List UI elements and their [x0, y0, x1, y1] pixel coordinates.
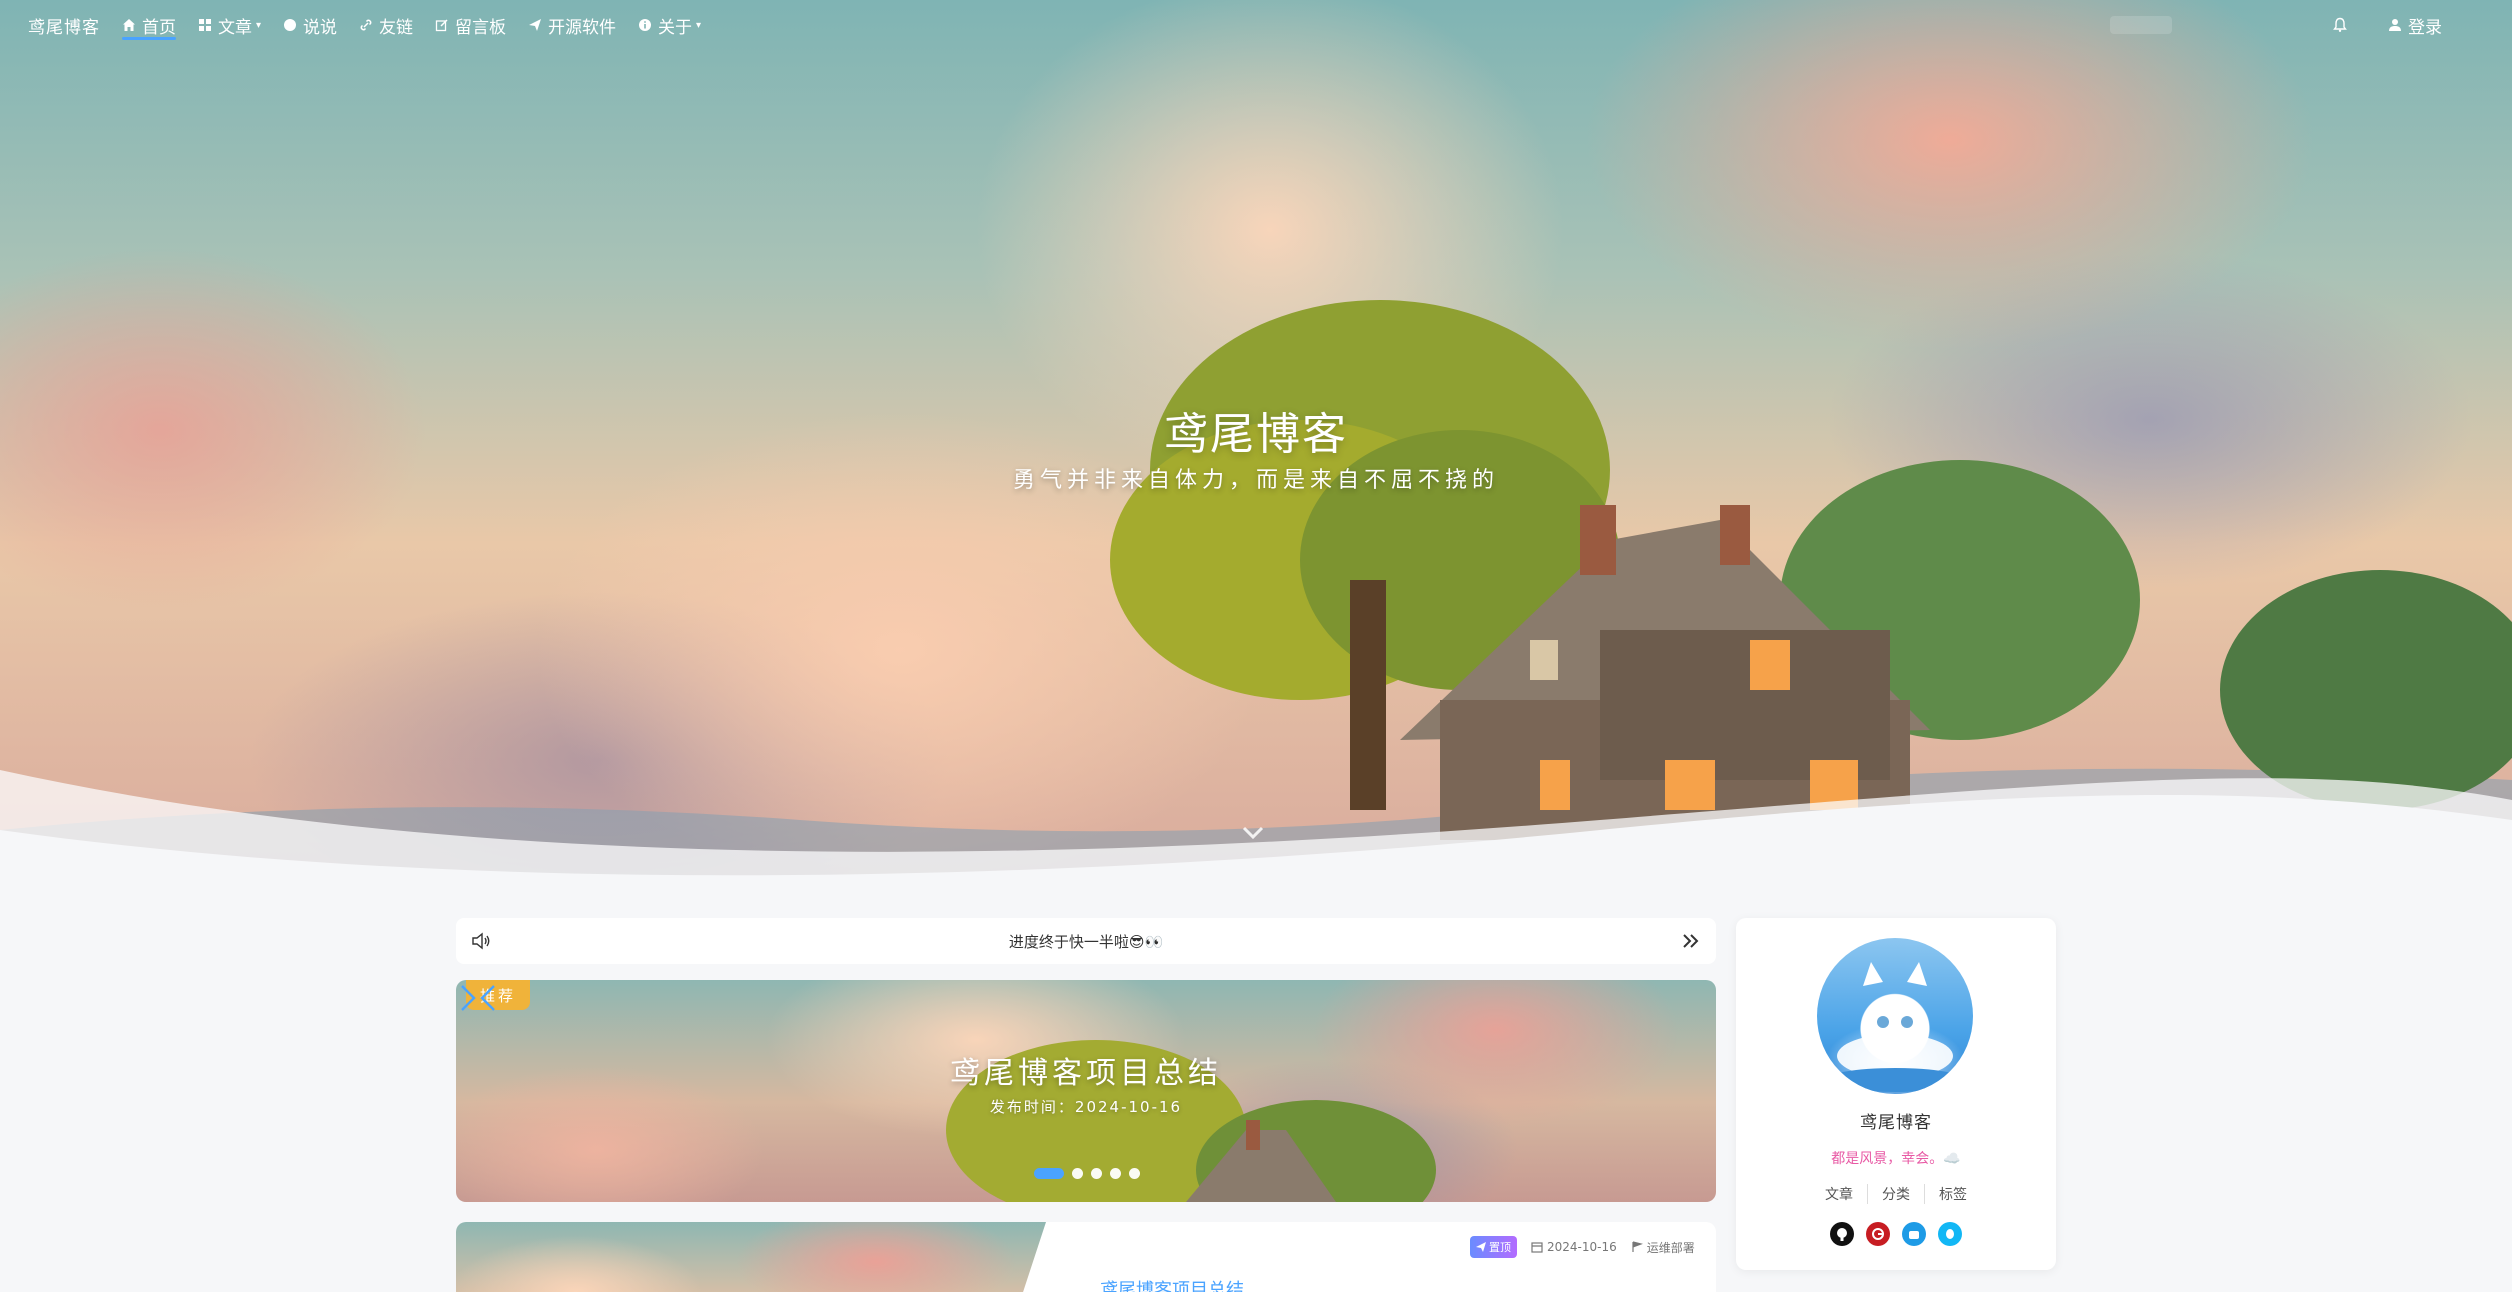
nav-label-home: 首页 — [142, 17, 176, 38]
profile-links: 文章 分类 标签 — [1736, 1184, 2056, 1204]
login-button[interactable]: 登录 — [2388, 0, 2442, 50]
top-navbar: 鸢尾博客 首页 文章 ▾ 说说 友链 留言板 开源软件 关于 ▾ 登录 — [0, 0, 2512, 50]
nav-label-articles: 文章 — [218, 17, 252, 38]
notice-text: 进度终于快一半啦😎👀 — [1008, 932, 1164, 951]
user-icon — [2389, 19, 2401, 31]
carousel-next-icon[interactable] — [456, 980, 480, 1016]
carousel-dot[interactable] — [1072, 1168, 1083, 1179]
featured-carousel[interactable]: 推荐 鸢尾博客项目总结 发布时间：2024-10-16 — [456, 980, 1716, 1202]
bell-icon[interactable] — [2332, 17, 2348, 33]
hero-subtitle: 勇气并非来自体力，而是来自不屈不挠的 — [1012, 468, 1499, 493]
nav-item-friend-links[interactable]: 友链 — [359, 0, 413, 50]
nav-label-open-source: 开源软件 — [548, 17, 617, 38]
avatar-illustration — [1825, 962, 1965, 1092]
nav-label-friend-links: 友链 — [379, 17, 414, 38]
carousel-pagination — [1034, 1168, 1140, 1179]
info-icon — [639, 19, 652, 31]
login-label: 登录 — [2408, 17, 2442, 38]
hero-title: 鸢尾博客 — [1164, 409, 1348, 460]
carousel-dot[interactable] — [1034, 1168, 1064, 1179]
profile-link-categories[interactable]: 分类 — [1868, 1184, 1925, 1204]
nav-right-group: 登录 — [2332, 0, 2442, 50]
carousel-date: 发布时间：2024-10-16 — [989, 1098, 1183, 1116]
article-date-text: 2024-10-16 — [1547, 1240, 1617, 1254]
carousel-dot[interactable] — [1091, 1168, 1102, 1179]
github-icon[interactable] — [1830, 1222, 1854, 1246]
article-card[interactable]: 置顶 2024-10-16 运维部署 鸢尾博客项目总结 — [456, 1222, 1716, 1292]
calendar-icon — [1531, 1242, 1543, 1253]
profile-link-articles[interactable]: 文章 — [1811, 1184, 1868, 1204]
speaker-icon — [472, 932, 490, 950]
article-category-text: 运维部署 — [1646, 1240, 1695, 1255]
nav-item-articles[interactable]: 文章 ▾ — [198, 0, 261, 50]
article-meta: 置顶 2024-10-16 运维部署 — [1470, 1236, 1695, 1258]
home-icon — [123, 19, 135, 31]
profile-card: 鸢尾博客 都是风景，幸会。☁️ 文章 分类 标签 — [1736, 918, 2056, 1270]
bilibili-icon[interactable] — [1902, 1222, 1926, 1246]
pinned-badge: 置顶 — [1470, 1236, 1517, 1258]
edit-icon — [435, 19, 448, 32]
profile-link-tags[interactable]: 标签 — [1925, 1184, 1981, 1204]
article-category[interactable]: 运维部署 — [1631, 1239, 1695, 1256]
double-chevron-right-icon[interactable] — [1680, 930, 1702, 952]
pinned-label: 置顶 — [1489, 1241, 1511, 1254]
nav-label-moments: 说说 — [303, 17, 338, 38]
article-thumbnail[interactable] — [456, 1222, 1046, 1292]
article-title[interactable]: 鸢尾博客项目总结 — [1100, 1276, 1244, 1292]
caret-down-icon: ▾ — [696, 19, 702, 31]
carousel-title[interactable]: 鸢尾博客项目总结 — [456, 1048, 1716, 1092]
profile-motto: 都是风景，幸会。☁️ — [1831, 1151, 1961, 1167]
send-icon — [1476, 1242, 1486, 1252]
notice-bar: 进度终于快一半啦😎👀 — [456, 918, 1716, 964]
site-brand[interactable]: 鸢尾博客 — [28, 13, 100, 38]
caret-down-icon: ▾ — [256, 19, 262, 31]
article-date: 2024-10-16 — [1531, 1240, 1617, 1254]
grid-icon — [199, 19, 211, 31]
profile-name: 鸢尾博客 — [1860, 1113, 1932, 1133]
carousel-dot[interactable] — [1129, 1168, 1140, 1179]
send-icon — [529, 19, 542, 31]
scroll-down-icon[interactable] — [1238, 818, 1268, 848]
gitee-icon[interactable] — [1866, 1222, 1890, 1246]
nav-item-guestbook[interactable]: 留言板 — [435, 0, 506, 50]
link-icon — [360, 19, 372, 31]
nav-item-home[interactable]: 首页 — [122, 0, 176, 50]
social-links — [1736, 1222, 2056, 1246]
nav-label-about: 关于 — [658, 17, 693, 38]
search-button[interactable] — [2110, 16, 2172, 34]
carousel-dot[interactable] — [1110, 1168, 1121, 1179]
avatar[interactable] — [1817, 938, 1973, 1094]
nav-item-open-source[interactable]: 开源软件 — [528, 0, 616, 50]
qq-icon[interactable] — [1938, 1222, 1962, 1246]
flag-icon — [1632, 1241, 1643, 1252]
nav-item-moments[interactable]: 说说 — [283, 0, 337, 50]
nav-label-guestbook: 留言板 — [455, 17, 507, 38]
chat-icon — [284, 19, 297, 31]
nav-item-about[interactable]: 关于 ▾ — [638, 0, 701, 50]
